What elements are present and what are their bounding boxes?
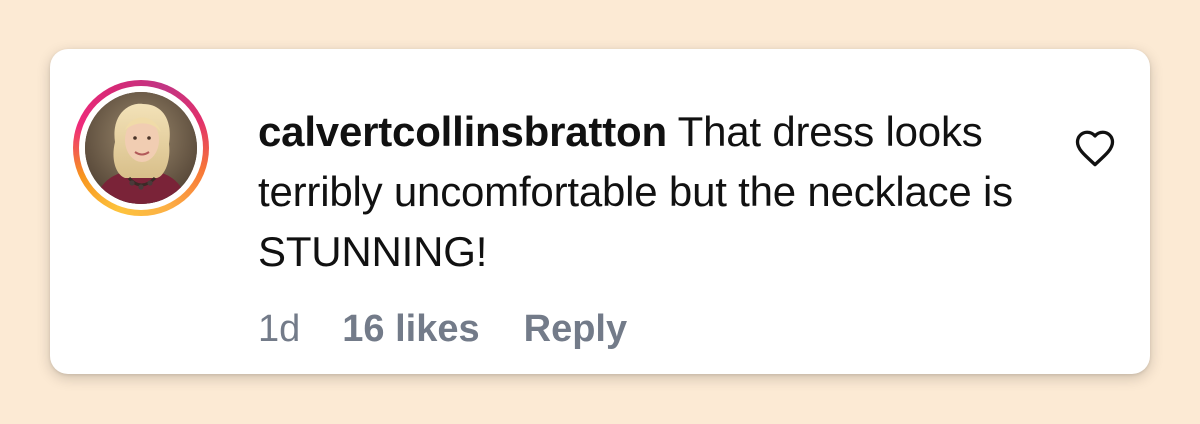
comment-meta: 1d 16 likes Reply: [258, 306, 627, 352]
heart-icon[interactable]: [1074, 128, 1116, 168]
comment-username[interactable]: calvertcollinsbratton: [258, 108, 667, 155]
comment-body: calvertcollinsbratton That dress looks t…: [258, 102, 1018, 282]
likes-count[interactable]: 16 likes: [342, 306, 479, 352]
avatar-image: [85, 92, 197, 204]
story-ring[interactable]: [73, 80, 209, 216]
avatar[interactable]: [85, 92, 197, 204]
reply-button[interactable]: Reply: [524, 306, 627, 352]
comment-time[interactable]: 1d: [258, 306, 300, 352]
